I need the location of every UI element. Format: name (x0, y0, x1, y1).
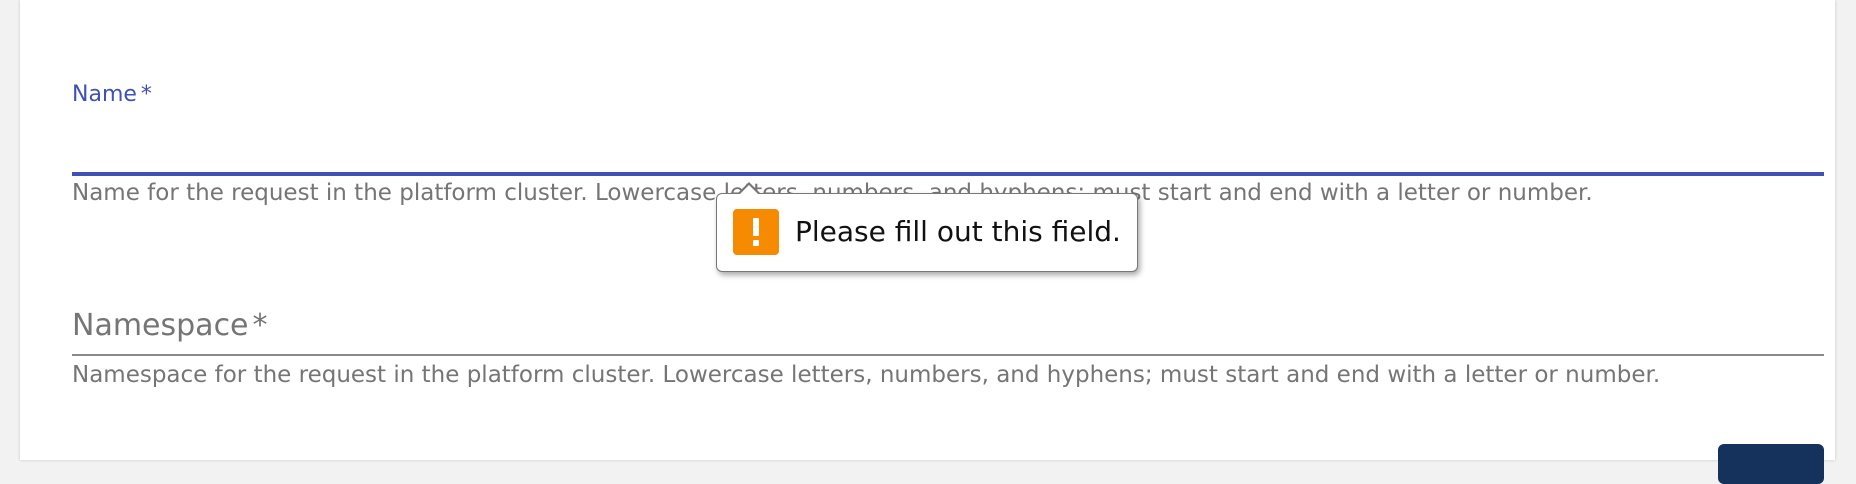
name-label: Name * (72, 82, 152, 107)
name-input[interactable] (72, 126, 1824, 170)
validation-tooltip: Please fill out this field. (716, 182, 1138, 272)
namespace-input[interactable] (72, 308, 1824, 354)
namespace-helper-text: Namespace for the request in the platfor… (72, 362, 1661, 388)
namespace-field: Namespace * Namespace for the request in … (72, 308, 1824, 408)
namespace-input-underline (72, 354, 1824, 356)
warning-icon-bar (753, 218, 759, 236)
warning-icon-dot (753, 240, 759, 246)
tooltip-arrow-fill (739, 185, 759, 195)
name-input-underline (72, 172, 1824, 176)
submit-button[interactable] (1718, 444, 1824, 484)
required-asterisk: * (140, 82, 152, 107)
tooltip-message: Please fill out this field. (795, 215, 1121, 248)
warning-icon (733, 209, 779, 255)
